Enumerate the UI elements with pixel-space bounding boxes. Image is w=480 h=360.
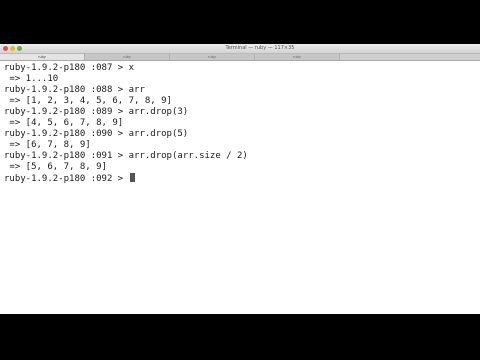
text-cursor: [129, 173, 135, 182]
command-text: arr.drop(5): [128, 129, 189, 139]
terminal-output-line: => [1, 2, 3, 4, 5, 6, 7, 8, 9]: [4, 96, 474, 107]
result-text: => [6, 7, 8, 9]: [4, 140, 91, 150]
result-text: => 1...10: [4, 74, 59, 84]
result-text: => [5, 6, 7, 8, 9]: [4, 162, 107, 172]
video-frame: Terminal — ruby — 117×35 ruby ruby ruby …: [0, 0, 480, 360]
prompt: ruby-1.9.2-p180 :091 >: [4, 151, 129, 161]
terminal-input-line: ruby-1.9.2-p180 :092 >: [4, 173, 474, 184]
title-bar: Terminal — ruby — 117×35: [0, 44, 480, 54]
window-title: Terminal — ruby — 117×35: [225, 45, 295, 51]
prompt: ruby-1.9.2-p180 :088 >: [4, 85, 129, 95]
terminal-output[interactable]: ruby-1.9.2-p180 :087 > x => 1...10 ruby-1…: [4, 63, 474, 311]
tab-4[interactable]: ruby: [255, 54, 340, 60]
terminal-output-line: => [6, 7, 8, 9]: [4, 140, 474, 151]
terminal-input-line: ruby-1.9.2-p180 :090 > arr.drop(5): [4, 129, 474, 140]
terminal-input-line: ruby-1.9.2-p180 :089 > arr.drop(3): [4, 107, 474, 118]
tab-bar: ruby ruby ruby ruby: [0, 54, 480, 61]
maximize-window-icon[interactable]: [17, 46, 22, 51]
minimize-window-icon[interactable]: [10, 46, 15, 51]
command-text: arr: [128, 85, 145, 95]
terminal-output-line: => [4, 5, 6, 7, 8, 9]: [4, 118, 474, 129]
terminal-output-line: => 1...10: [4, 74, 474, 85]
result-text: => [4, 5, 6, 7, 8, 9]: [4, 118, 124, 128]
prompt: ruby-1.9.2-p180 :089 >: [4, 107, 129, 117]
command-text: arr.drop(3): [128, 107, 189, 117]
tab-3[interactable]: ruby: [170, 54, 255, 60]
terminal-input-line: ruby-1.9.2-p180 :088 > arr: [4, 85, 474, 96]
tab-1[interactable]: ruby: [0, 54, 85, 60]
close-window-icon[interactable]: [3, 46, 8, 51]
prompt: ruby-1.9.2-p180 :087 >: [4, 63, 129, 73]
terminal-output-line: => [5, 6, 7, 8, 9]: [4, 162, 474, 173]
terminal-window: Terminal — ruby — 117×35 ruby ruby ruby …: [0, 44, 480, 314]
command-text: x: [128, 63, 135, 73]
prompt: ruby-1.9.2-p180 :092 >: [4, 174, 129, 184]
prompt: ruby-1.9.2-p180 :090 >: [4, 129, 129, 139]
terminal-input-line: ruby-1.9.2-p180 :091 > arr.drop(arr.size…: [4, 151, 474, 162]
result-text: => [1, 2, 3, 4, 5, 6, 7, 8, 9]: [4, 96, 172, 106]
command-text: arr.drop(arr.size / 2): [128, 151, 248, 161]
tab-2[interactable]: ruby: [85, 54, 170, 60]
terminal-input-line: ruby-1.9.2-p180 :087 > x: [4, 63, 474, 74]
